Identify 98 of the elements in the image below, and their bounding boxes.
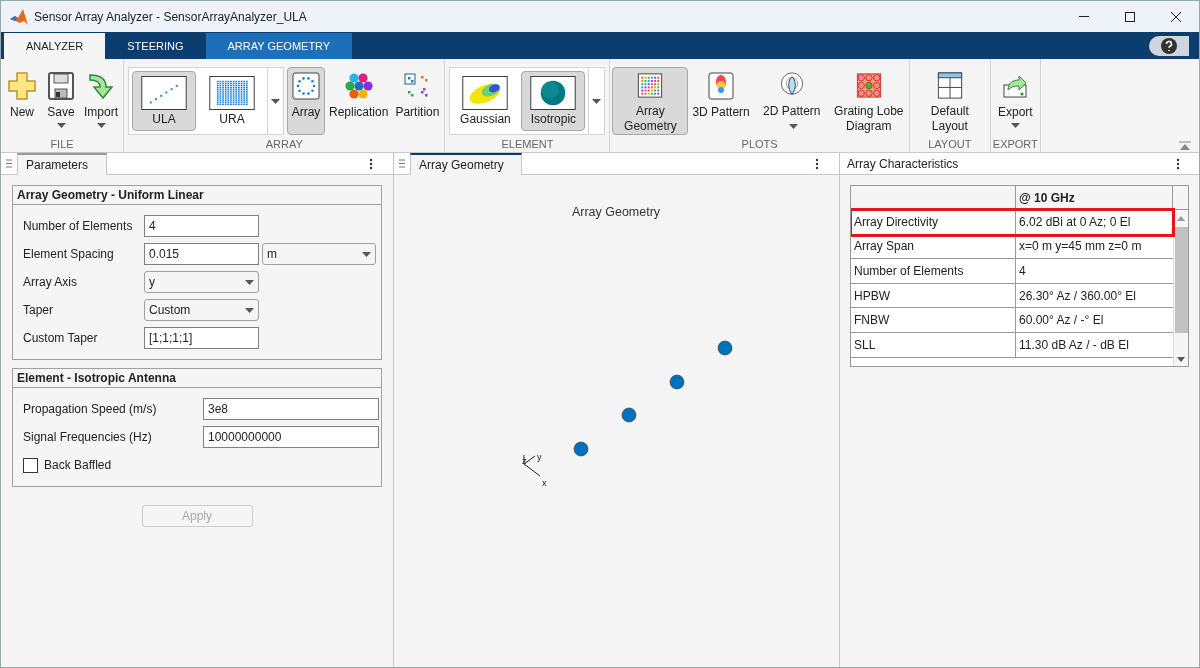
caret-icon bbox=[592, 98, 602, 104]
document-tab[interactable]: Array Geometry bbox=[410, 152, 522, 175]
group-label: PLOTS bbox=[741, 137, 778, 151]
checkbox-row[interactable]: Back Baffled bbox=[23, 454, 379, 476]
caret-icon bbox=[271, 98, 280, 104]
table-cell-text: 11.30 dB Az / - dB El bbox=[1018, 336, 1130, 354]
gallery-option[interactable]: Isotropic bbox=[521, 71, 586, 131]
table-cell: HPBW bbox=[851, 283, 1016, 308]
table-cell: Number of Elements bbox=[851, 259, 1016, 283]
table-cell-text: 26.30° Az / 360.00° El bbox=[1018, 287, 1137, 305]
panel-tab[interactable]: Parameters bbox=[17, 152, 107, 175]
column-header: @ 10 GHz bbox=[1016, 186, 1173, 209]
scroll-down-icon[interactable] bbox=[1177, 357, 1185, 362]
table-cell: SLL bbox=[851, 332, 1016, 357]
input-field[interactable]: 4 bbox=[144, 215, 259, 237]
array-element-dot bbox=[717, 340, 733, 356]
scroll-up-icon[interactable] bbox=[1177, 216, 1185, 221]
minimize-icon bbox=[1079, 16, 1089, 17]
array-element-dot bbox=[621, 407, 637, 423]
field-label: Taper bbox=[23, 302, 55, 319]
array-element-dot bbox=[573, 441, 589, 457]
caret-icon bbox=[96, 123, 106, 128]
ribbon-button[interactable]: Replication bbox=[326, 67, 392, 135]
ribbon-tab[interactable]: STEERING bbox=[105, 33, 206, 59]
ribbon-button[interactable]: Import bbox=[81, 67, 121, 135]
ring-array-icon bbox=[290, 70, 322, 102]
table-cell-text: 4 bbox=[1018, 263, 1027, 280]
axis-triad-drawing: z y x bbox=[522, 452, 547, 488]
panel-title: Array Characteristics bbox=[847, 155, 959, 173]
table-cell-text: x=0 m y=45 mm z=0 m bbox=[1018, 238, 1143, 256]
dropdown[interactable]: y bbox=[144, 271, 259, 293]
more-options-icon[interactable] bbox=[815, 157, 819, 170]
field-label: Element Spacing bbox=[23, 246, 115, 263]
window-title: Sensor Array Analyzer - SensorArrayAnalyzer_ULA bbox=[34, 8, 307, 26]
input-field[interactable]: 3e8 bbox=[203, 398, 379, 420]
ribbon-button[interactable]: Export bbox=[994, 67, 1036, 135]
close-icon bbox=[1171, 11, 1181, 22]
group-label: ARRAY bbox=[265, 137, 303, 151]
unit-dropdown[interactable]: m bbox=[262, 243, 376, 265]
caret-icon bbox=[245, 279, 254, 285]
grip-icon[interactable] bbox=[399, 159, 405, 168]
caret-icon bbox=[789, 124, 799, 130]
more-options-icon[interactable] bbox=[369, 157, 373, 170]
gallery-expand-button[interactable] bbox=[267, 68, 283, 134]
ribbon-button[interactable]: 3D Pattern bbox=[689, 67, 753, 135]
caret-icon bbox=[362, 251, 371, 257]
field-label: Number of Elements bbox=[23, 218, 134, 235]
plus-icon bbox=[6, 70, 38, 102]
input-field[interactable]: 0.015 bbox=[144, 243, 259, 265]
field-label: Signal Frequencies (Hz) bbox=[23, 429, 153, 446]
ribbon-button[interactable]: Partition bbox=[392, 67, 443, 135]
ribbon-tab[interactable]: ARRAY GEOMETRY bbox=[205, 33, 353, 59]
maximize-icon bbox=[1125, 11, 1135, 22]
group-title: Array Geometry - Uniform Linear bbox=[13, 186, 381, 205]
field-label: Array Axis bbox=[23, 274, 78, 291]
table-cell: FNBW bbox=[851, 308, 1016, 332]
group-label: LAYOUT bbox=[928, 137, 972, 151]
ribbon-button[interactable]: New bbox=[3, 67, 41, 135]
group-label: EXPORT bbox=[992, 137, 1038, 151]
group-title: Element - Isotropic Antenna bbox=[13, 369, 381, 388]
grip-icon[interactable] bbox=[6, 159, 12, 168]
rectangular-array-icon bbox=[208, 76, 256, 110]
group-label: ELEMENT bbox=[501, 137, 554, 151]
caret-icon bbox=[245, 307, 254, 313]
ribbon-button[interactable]: Save bbox=[42, 67, 80, 135]
ribbon-button[interactable]: Default Layout bbox=[911, 67, 988, 135]
table-cell-text: 6.02 dBi at 0 Az; 0 El bbox=[1018, 214, 1132, 232]
gallery-option[interactable]: Gaussian bbox=[453, 71, 518, 131]
ribbon-button[interactable]: 2D Pattern bbox=[753, 67, 830, 135]
input-field[interactable]: 10000000000 bbox=[203, 426, 379, 448]
ellipsoid-icon bbox=[461, 76, 510, 110]
caret-icon bbox=[56, 123, 66, 128]
caret-icon bbox=[1010, 123, 1020, 128]
gallery-option[interactable]: ULA bbox=[132, 71, 196, 131]
table-cell: Array Directivity bbox=[851, 210, 1016, 235]
app-logo-icon bbox=[10, 8, 28, 25]
ribbon-button[interactable]: Array Geometry bbox=[612, 67, 689, 135]
scroll-thumb[interactable] bbox=[1174, 227, 1188, 333]
ribbon-tab[interactable]: ANALYZER bbox=[4, 33, 106, 59]
input-field[interactable]: [1;1;1;1] bbox=[144, 327, 259, 349]
plot-title: Array Geometry bbox=[571, 205, 661, 219]
help-icon bbox=[1161, 38, 1177, 54]
collapse-ribbon-button[interactable] bbox=[1179, 141, 1191, 150]
linear-array-icon bbox=[140, 76, 188, 110]
field-label: Propagation Speed (m/s) bbox=[23, 401, 158, 418]
group-label: FILE bbox=[50, 137, 74, 151]
collapse-icon bbox=[1179, 141, 1191, 150]
gallery-option[interactable]: URA bbox=[200, 71, 264, 131]
ribbon-button[interactable]: Grating Lobe Diagram bbox=[830, 67, 907, 135]
help-button[interactable] bbox=[1149, 36, 1189, 56]
table-cell-text: 60.00° Az / -° El bbox=[1018, 312, 1105, 330]
checkbox[interactable] bbox=[23, 457, 38, 473]
field-label: Custom Taper bbox=[23, 330, 99, 347]
ribbon-button[interactable]: Array bbox=[287, 67, 325, 135]
table-cell: Array Span bbox=[851, 234, 1016, 259]
array-element-dot bbox=[669, 374, 685, 390]
more-options-icon[interactable] bbox=[1176, 157, 1180, 170]
dropdown[interactable]: Custom bbox=[144, 299, 259, 321]
